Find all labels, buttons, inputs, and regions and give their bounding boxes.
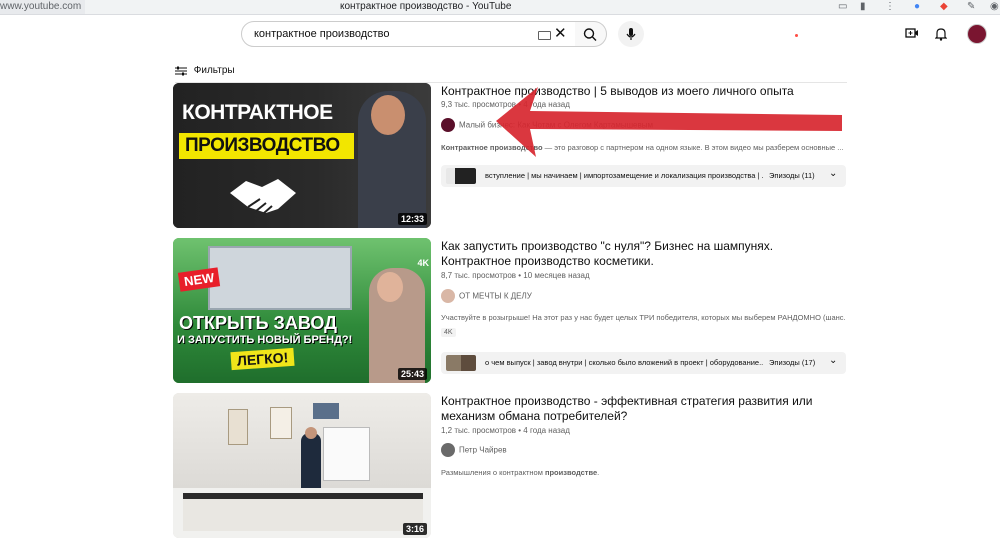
- thumbnail-text: И ЗАПУСТИТЬ НОВЫЙ БРЕНД?!: [177, 334, 353, 346]
- search-icon: [583, 28, 597, 41]
- channel-name[interactable]: Петр Чайрев: [459, 446, 507, 455]
- chapters-bar[interactable]: вступление | мы начинаем | импортозамеще…: [441, 165, 846, 187]
- presenter-face: [305, 427, 317, 439]
- channel-avatar[interactable]: [441, 443, 455, 457]
- annotation-arrow: [496, 87, 842, 157]
- factory-building: [208, 246, 352, 310]
- desc-text: Размышления о контрактном: [441, 468, 545, 477]
- video-meta: 8,7 тыс. просмотров • 10 месяцев назад: [441, 271, 590, 280]
- video-title-line[interactable]: Контрактное производство - эффективная с…: [441, 394, 841, 409]
- wall-poster: [228, 409, 248, 445]
- wall-poster: [313, 403, 339, 419]
- chapters-count: Эпизоды (17): [769, 358, 816, 367]
- thumbnail-text: ПРОИЗВОДСТВО: [185, 135, 340, 156]
- account-avatar[interactable]: [967, 24, 987, 44]
- video-description: Размышления о контрактном производстве.: [441, 468, 846, 477]
- desc-highlight: производстве: [544, 468, 598, 477]
- notification-dot: [795, 34, 798, 37]
- presenter-face: [371, 95, 405, 135]
- chapters-count: Эпизоды (11): [769, 171, 815, 180]
- channel-name[interactable]: ОТ МЕЧТЫ К ДЕЛУ: [459, 292, 532, 301]
- thumbnail-text: КОНТРАКТНОЕ: [182, 101, 333, 124]
- video-thumbnail[interactable]: КОНТРАКТНОЕ ПРОИЗВОДСТВО 12:33: [173, 83, 431, 228]
- video-title-line[interactable]: механизм обмана потребителей?: [441, 409, 841, 424]
- profile-icon[interactable]: ◉: [990, 1, 999, 13]
- chapters-text: о чем выпуск | завод внутри | сколько бы…: [485, 358, 763, 367]
- address-bar[interactable]: www.youtube.com: [0, 0, 86, 14]
- chapters-text: вступление | мы начинаем | импортозамеще…: [485, 171, 763, 180]
- chapter-thumbnail: [446, 355, 476, 371]
- view-count: 8,7 тыс. просмотров: [441, 271, 517, 280]
- video-thumbnail[interactable]: 3:16: [173, 393, 431, 538]
- video-duration: 3:16: [402, 523, 427, 535]
- video-thumbnail[interactable]: NEW ОТКРЫТЬ ЗАВОД И ЗАПУСТИТЬ НОВЫЙ БРЕН…: [173, 238, 431, 383]
- video-title-line[interactable]: Как запустить производство "с нуля"? Биз…: [441, 239, 841, 254]
- video-description: Участвуйте в розыгрыше! На этот раз у на…: [441, 313, 846, 322]
- chevron-down-icon[interactable]: ⌄: [829, 355, 837, 366]
- window-title: контрактное производство - YouTube: [340, 1, 512, 12]
- upload-age: 4 года назад: [523, 426, 570, 435]
- video-duration: 25:43: [397, 368, 427, 380]
- search-input[interactable]: [252, 27, 526, 41]
- channel-link[interactable]: Петр Чайрев: [441, 443, 507, 459]
- video-title[interactable]: Контрактное производство - эффективная с…: [441, 394, 841, 424]
- video-meta: 1,2 тыс. просмотров • 4 года назад: [441, 426, 570, 435]
- upload-age: 10 месяцев назад: [523, 271, 590, 280]
- google-extension-icon[interactable]: ●: [914, 1, 920, 13]
- channel-link[interactable]: ОТ МЕЧТЫ К ДЕЛУ: [441, 289, 532, 305]
- filters-label: Фильтры: [193, 65, 235, 76]
- channel-avatar[interactable]: [441, 118, 455, 132]
- minimize-icon[interactable]: ▭: [838, 1, 847, 13]
- browser-top-bar: www.youtube.com контрактное производство…: [0, 0, 1000, 15]
- keyboard-icon[interactable]: [538, 31, 551, 40]
- filter-icon: [175, 66, 187, 75]
- thumbnail-text: ОТКРЫТЬ ЗАВОД: [179, 313, 337, 333]
- mic-icon: [626, 28, 636, 40]
- video-duration: 12:33: [397, 213, 427, 225]
- search-box: ✕: [241, 21, 576, 47]
- create-video-icon[interactable]: [905, 27, 919, 39]
- 4k-mark: 4K: [417, 258, 429, 268]
- bookmark-icon[interactable]: ▮: [860, 1, 866, 13]
- extension-icon[interactable]: ◆: [940, 1, 948, 13]
- search-button[interactable]: [575, 21, 607, 47]
- wall-poster: [270, 407, 292, 439]
- filters-button[interactable]: Фильтры: [175, 65, 235, 76]
- extensions-icon[interactable]: ✎: [967, 1, 975, 13]
- quality-badge: 4K: [441, 328, 456, 337]
- chapters-bar[interactable]: о чем выпуск | завод внутри | сколько бы…: [441, 352, 846, 374]
- video-title-line[interactable]: Контрактное производство косметики.: [441, 254, 841, 269]
- handshake-icon: [230, 179, 296, 214]
- notifications-bell-icon[interactable]: [935, 27, 947, 41]
- channel-avatar[interactable]: [441, 289, 455, 303]
- flipchart: [323, 427, 370, 481]
- conference-table: [183, 493, 423, 531]
- desc-text: .: [597, 468, 600, 477]
- clear-icon[interactable]: ✕: [554, 25, 567, 43]
- video-title[interactable]: Как запустить производство "с нуля"? Биз…: [441, 239, 841, 269]
- presenter-face: [377, 272, 403, 302]
- chevron-down-icon[interactable]: ⌄: [829, 168, 837, 179]
- chapter-thumbnail: [446, 168, 476, 184]
- more-icon[interactable]: ⋮: [885, 1, 895, 13]
- voice-search-button[interactable]: [618, 21, 644, 47]
- view-count: 1,2 тыс. просмотров: [441, 426, 517, 435]
